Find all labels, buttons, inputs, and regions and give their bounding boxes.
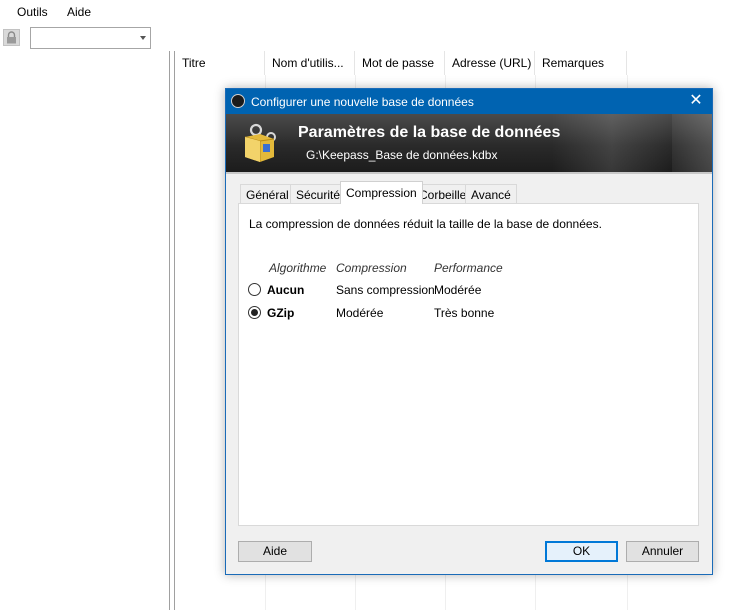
compression-description: La compression de données réduit la tail… [249, 217, 602, 231]
ok-button[interactable]: OK [545, 541, 618, 562]
banner-decoration [672, 114, 712, 172]
compression-tab-panel: La compression de données réduit la tail… [238, 203, 699, 526]
help-button[interactable]: Aide [238, 541, 312, 562]
column-header-url[interactable]: Adresse (URL) [445, 51, 535, 75]
chevron-down-icon[interactable] [140, 36, 146, 40]
toolbar [0, 24, 755, 51]
lock-workspace-button[interactable] [3, 29, 20, 46]
compression-gzip-value: Modérée [336, 306, 384, 320]
close-icon[interactable]: ✕ [688, 92, 704, 110]
menu-aide[interactable]: Aide [67, 5, 91, 19]
database-settings-dialog: Configurer une nouvelle base de données … [225, 88, 713, 575]
banner-title: Paramètres de la base de données [298, 124, 561, 141]
dialog-title: Configurer une nouvelle base de données [251, 95, 474, 109]
performance-gzip-value: Très bonne [434, 306, 495, 320]
tab-general[interactable]: Général [240, 184, 295, 203]
cancel-button[interactable]: Annuler [626, 541, 699, 562]
radio-none[interactable] [248, 283, 261, 296]
header-compression: Compression [336, 261, 407, 275]
performance-none-value: Modérée [434, 283, 482, 297]
banner-divider [226, 172, 712, 174]
banner-decoration [552, 114, 672, 172]
column-header-password[interactable]: Mot de passe [355, 51, 445, 75]
column-header-username[interactable]: Nom d'utilis... [265, 51, 355, 75]
header-algorithm: Algorithme [269, 261, 327, 275]
radio-gzip[interactable] [248, 306, 261, 319]
column-header-remarques[interactable]: Remarques [535, 51, 627, 75]
menu-outils[interactable]: Outils [17, 5, 48, 19]
group-tree-pane[interactable] [0, 51, 170, 610]
column-header-titre[interactable]: Titre [175, 51, 265, 75]
keepass-app-icon [231, 94, 245, 108]
compression-none-value: Sans compression [336, 283, 435, 297]
header-performance: Performance [434, 261, 503, 275]
algorithm-gzip-label[interactable]: GZip [267, 306, 294, 320]
menu-bar: Outils Aide [0, 0, 755, 24]
tab-security[interactable]: Sécurité [290, 184, 347, 203]
database-file-path: G:\Keepass_Base de données.kdbx [306, 148, 498, 162]
tab-advanced[interactable]: Avancé [465, 184, 517, 203]
dialog-banner: Paramètres de la base de données G:\Keep… [226, 114, 712, 172]
algorithm-none-label[interactable]: Aucun [267, 283, 304, 297]
quick-search-combo[interactable] [30, 27, 151, 49]
lock-icon [7, 31, 16, 44]
dialog-titlebar[interactable]: Configurer une nouvelle base de données … [226, 89, 712, 114]
database-settings-icon [244, 123, 276, 162]
tab-compression[interactable]: Compression [340, 181, 423, 204]
